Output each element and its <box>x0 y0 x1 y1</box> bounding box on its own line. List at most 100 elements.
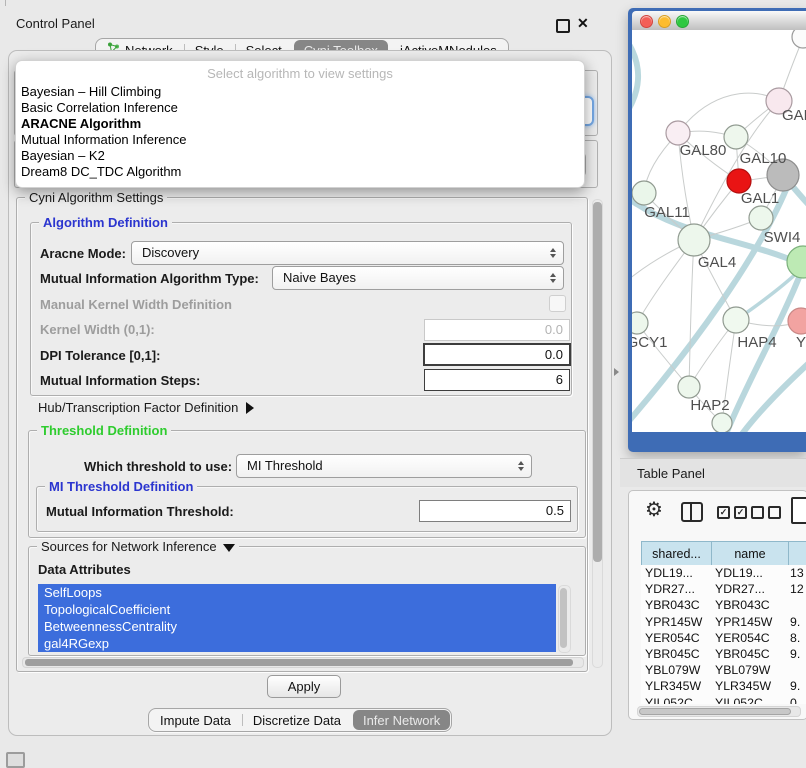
node-label-gal1: GAL1 <box>741 190 779 207</box>
control-panel-title: Control Panel <box>16 16 95 31</box>
manual-kernel-width-checkbox[interactable] <box>549 295 566 312</box>
table-row[interactable]: YDL19...YDL19...13 <box>641 565 806 581</box>
table-row[interactable]: YDR27...YDR27...12 <box>641 581 806 597</box>
splitpane-handle-icon[interactable] <box>614 368 619 376</box>
apply-button[interactable]: Apply <box>267 675 341 698</box>
unchecked-box-icon <box>768 506 781 519</box>
settings-scrollbar[interactable] <box>592 199 603 668</box>
network-node-gal10[interactable] <box>724 125 748 149</box>
table-row[interactable]: YLR345WYLR345W9. <box>641 678 806 694</box>
cell-value: 13 <box>788 565 805 581</box>
sources-title[interactable]: Sources for Network Inference <box>37 539 239 554</box>
dropdown-item-mutual-information[interactable]: Mutual Information Inference <box>20 133 580 147</box>
unchecked-box-icon <box>751 506 764 519</box>
table-row[interactable]: YIL052CYIL052C0. <box>641 695 806 705</box>
mi-threshold-input[interactable]: 0.5 <box>419 500 571 522</box>
network-node-bottom[interactable] <box>712 413 732 432</box>
network-node[interactable] <box>792 30 806 48</box>
node-label-gal: GAL <box>782 107 806 124</box>
combo-stepper-icon <box>550 273 556 283</box>
partial-corner-icon <box>6 752 25 768</box>
network-window-titlebar[interactable] <box>632 11 806 31</box>
column-header-shared-name[interactable]: shared... <box>642 542 712 565</box>
tab-impute-data-label: Impute Data <box>160 713 231 728</box>
network-node-salmon[interactable] <box>788 308 806 334</box>
dpi-tolerance-input[interactable]: 0.0 <box>423 343 571 366</box>
table-row[interactable]: YBL079WYBL079W <box>641 662 806 678</box>
aracne-mode-select[interactable]: Discovery <box>131 241 564 265</box>
cell-name: YBR045C <box>711 646 788 662</box>
threshold-definition-title: Threshold Definition <box>37 423 171 438</box>
network-node-green[interactable] <box>787 246 806 278</box>
combo-stepper-icon <box>550 248 556 258</box>
deselect-all-icon[interactable] <box>751 506 781 519</box>
dropdown-item-basic-correlation[interactable]: Basic Correlation Inference <box>20 101 580 115</box>
dropdown-item-aracne[interactable]: ARACNE Algorithm <box>20 117 580 131</box>
attribute-item-selfloops[interactable]: SelfLoops <box>38 584 556 601</box>
table-row[interactable]: YBR045CYBR045C9. <box>641 646 806 662</box>
dropdown-item-dream8[interactable]: Dream8 DC_TDC Algorithm <box>20 165 580 179</box>
select-all-icon[interactable]: ✓✓ <box>717 506 747 519</box>
cell-name: YLR345W <box>711 678 788 694</box>
table-row[interactable]: YER054CYER054C8. <box>641 630 806 646</box>
node-label-gal4: GAL4 <box>698 254 736 271</box>
network-canvas[interactable]: GAL GAL80 GAL10 GAL1 GAL11 SWI4 GAL4 GCY… <box>632 30 806 432</box>
table-row[interactable]: YPR145WYPR145W9. <box>641 614 806 630</box>
attribute-item-topologicalcoefficient[interactable]: TopologicalCoefficient <box>38 601 556 618</box>
kernel-width-input[interactable]: 0.0 <box>424 319 570 341</box>
column-header-name[interactable]: name <box>712 542 789 565</box>
split-columns-icon[interactable] <box>681 502 703 522</box>
table-hscrollbar[interactable] <box>637 706 801 717</box>
node-label-hap2: HAP2 <box>690 397 729 414</box>
attribute-item-betweennesscentrality[interactable]: BetweennessCentrality <box>38 618 556 635</box>
column-header-partial[interactable] <box>789 542 806 565</box>
table-hscrollbar-thumb[interactable] <box>639 708 791 715</box>
table-rows: YDL19...YDL19...13 YDR27...YDR27...12 YB… <box>641 565 806 704</box>
settings-scrollbar-thumb[interactable] <box>593 202 602 562</box>
cyni-bottom-tabbar: Impute Data Discretize Data Infer Networ… <box>148 708 452 732</box>
table-header-row: shared... name <box>641 541 806 566</box>
network-node-labels: GAL GAL80 GAL10 GAL1 GAL11 SWI4 GAL4 GCY… <box>632 107 806 414</box>
dpi-tolerance-label: DPI Tolerance [0,1]: <box>40 348 160 363</box>
mi-steps-input[interactable]: 6 <box>424 369 570 391</box>
attributes-scrollbar[interactable] <box>558 585 571 653</box>
network-node-hap2[interactable] <box>678 376 700 398</box>
dropdown-item-bayesian-k2[interactable]: Bayesian – K2 <box>20 149 580 163</box>
tab-impute-data[interactable]: Impute Data <box>149 709 242 731</box>
attribute-item-gal4rgexp[interactable]: gal4RGexp <box>38 635 556 652</box>
tab-discretize-data-label: Discretize Data <box>253 713 341 728</box>
tab-discretize-data[interactable]: Discretize Data <box>242 709 352 731</box>
mi-algorithm-type-select[interactable]: Naive Bayes <box>272 266 564 290</box>
cell-value: 0. <box>788 695 805 705</box>
float-window-icon[interactable] <box>556 19 570 33</box>
kernel-width-label: Kernel Width (0,1): <box>40 322 155 337</box>
attributes-scrollbar-thumb[interactable] <box>560 588 567 648</box>
network-node-gcy1[interactable] <box>632 312 648 334</box>
cell-name: YDL19... <box>711 565 788 581</box>
tab-infer-network[interactable]: Infer Network <box>353 710 450 730</box>
mi-threshold-label: Mutual Information Threshold: <box>46 504 234 519</box>
checked-box-icon: ✓ <box>734 506 747 519</box>
aracne-mode-label: Aracne Mode: <box>40 246 126 261</box>
zoom-traffic-light-icon[interactable] <box>676 15 689 28</box>
network-node-swi4[interactable] <box>749 206 773 230</box>
close-icon[interactable]: ✕ <box>577 15 589 32</box>
control-panel-titlebar: Control Panel ✕ <box>0 6 620 32</box>
settings-hscrollbar[interactable] <box>22 657 584 668</box>
settings-hscrollbar-thumb[interactable] <box>25 659 573 666</box>
cell-value <box>788 662 805 678</box>
close-traffic-light-icon[interactable] <box>640 15 653 28</box>
gear-icon[interactable]: ⚙ <box>645 499 663 521</box>
mi-algorithm-type-label: Mutual Information Algorithm Type: <box>40 271 259 286</box>
new-table-icon[interactable] <box>791 497 806 524</box>
network-node-gal4[interactable] <box>678 224 710 256</box>
cell-name: YER054C <box>711 630 788 646</box>
dropdown-item-bayesian-hill-climbing[interactable]: Bayesian – Hill Climbing <box>20 85 580 99</box>
minimize-traffic-light-icon[interactable] <box>658 15 671 28</box>
which-threshold-value: MI Threshold <box>247 458 323 473</box>
network-node-gal11[interactable] <box>632 181 656 205</box>
which-threshold-select[interactable]: MI Threshold <box>236 454 532 478</box>
hub-definition-toggle[interactable]: Hub/Transcription Factor Definition <box>38 400 254 415</box>
table-row[interactable]: YBR043CYBR043C <box>641 597 806 613</box>
network-node-hap4[interactable] <box>723 307 749 333</box>
